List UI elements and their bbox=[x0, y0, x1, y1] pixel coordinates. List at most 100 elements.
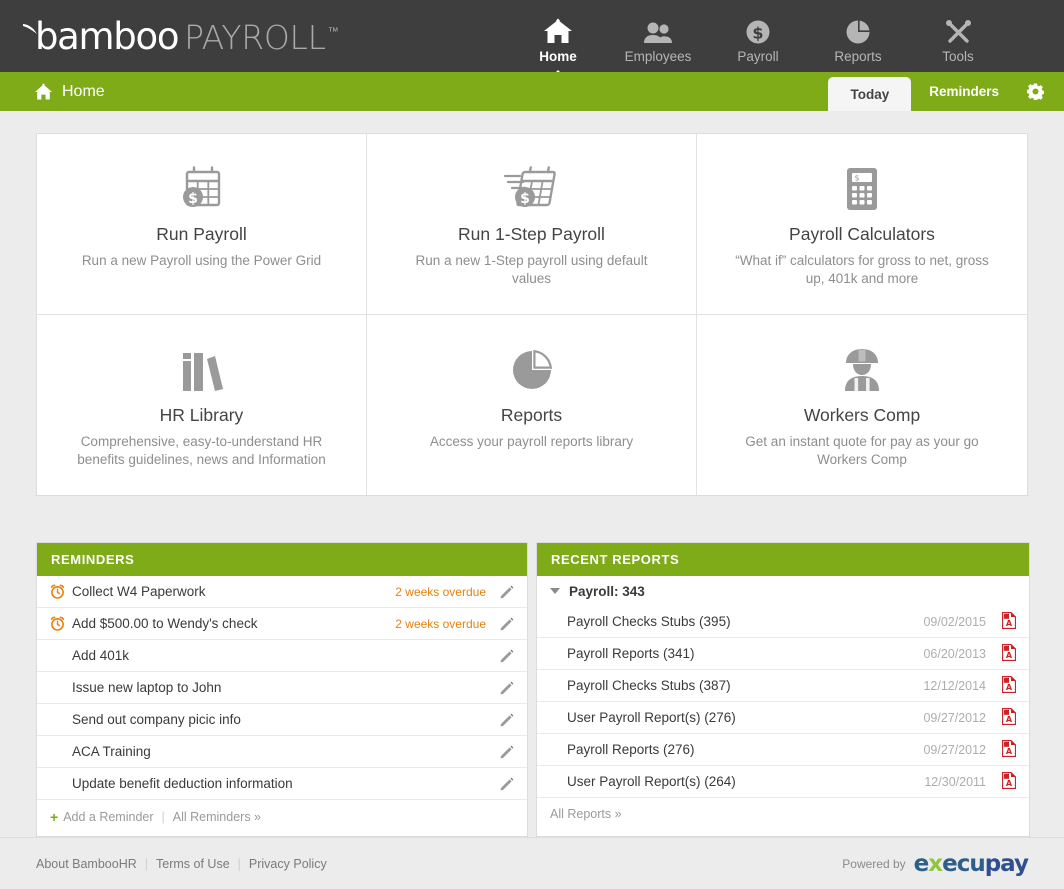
pdf-icon[interactable]: A bbox=[1002, 644, 1016, 664]
breadcrumb[interactable]: Home bbox=[34, 83, 105, 101]
calculator-icon: $ bbox=[719, 164, 1005, 214]
dollar-circle-icon: $ bbox=[708, 17, 808, 45]
settings-button[interactable] bbox=[1017, 72, 1064, 111]
main-navigation: Home Employees $ Payroll bbox=[508, 8, 1008, 70]
report-row[interactable]: Payroll Reports (341) 06/20/2013 A bbox=[537, 638, 1029, 670]
tile-hr-library[interactable]: HR Library Comprehensive, easy-to-unders… bbox=[37, 315, 367, 495]
pdf-icon[interactable]: A bbox=[1002, 708, 1016, 728]
tile-description: Run a new Payroll using the Power Grid bbox=[72, 252, 332, 270]
gear-icon bbox=[1027, 83, 1044, 100]
report-name[interactable]: Payroll Reports (276) bbox=[567, 742, 923, 757]
reminder-due-badge: 2 weeks overdue bbox=[395, 585, 486, 599]
report-row[interactable]: Payroll Checks Stubs (395) 09/02/2015 A bbox=[537, 606, 1029, 638]
tile-title: Run Payroll bbox=[59, 224, 344, 245]
svg-text:$: $ bbox=[752, 24, 763, 43]
reminder-row[interactable]: Issue new laptop to John bbox=[37, 672, 527, 704]
report-name[interactable]: User Payroll Report(s) (264) bbox=[567, 774, 924, 789]
reminder-label[interactable]: Issue new laptop to John bbox=[72, 680, 500, 695]
report-row[interactable]: Payroll Checks Stubs (387) 12/12/2014 A bbox=[537, 670, 1029, 702]
report-group-label: Payroll: 343 bbox=[569, 584, 645, 599]
reminder-label[interactable]: Update benefit deduction information bbox=[72, 776, 500, 791]
tile-title: HR Library bbox=[59, 405, 344, 426]
alarm-clock-icon bbox=[50, 584, 72, 599]
tab-reminders[interactable]: Reminders bbox=[911, 72, 1017, 111]
reminder-label[interactable]: Collect W4 Paperwork bbox=[72, 584, 395, 599]
tile-reports[interactable]: Reports Access your payroll reports libr… bbox=[367, 315, 697, 495]
reminder-label[interactable]: Add 401k bbox=[72, 648, 500, 663]
tile-payroll-calculators[interactable]: $ Payroll Calculators “What if” c bbox=[697, 134, 1027, 315]
plus-icon: + bbox=[50, 809, 58, 825]
tile-title: Reports bbox=[389, 405, 674, 426]
terms-of-use-link[interactable]: Terms of Use bbox=[156, 857, 230, 871]
edit-pencil-icon[interactable] bbox=[500, 649, 514, 663]
about-bamboohr-link[interactable]: About BambooHR bbox=[36, 857, 137, 871]
nav-item-payroll[interactable]: $ Payroll bbox=[708, 17, 808, 70]
all-reminders-link[interactable]: All Reminders » bbox=[173, 810, 261, 824]
pie-chart-icon bbox=[808, 17, 908, 45]
edit-pencil-icon[interactable] bbox=[500, 713, 514, 727]
add-reminder-link[interactable]: Add a Reminder bbox=[63, 810, 153, 824]
nav-item-tools-label: Tools bbox=[908, 50, 1008, 64]
pie-chart-icon bbox=[389, 345, 674, 395]
tile-workers-comp[interactable]: Workers Comp Get an instant quote for pa… bbox=[697, 315, 1027, 495]
fast-calendar-dollar-icon: $ bbox=[389, 164, 674, 214]
reminder-row[interactable]: ACA Training bbox=[37, 736, 527, 768]
dashboard-panels: REMINDERS Collect W4 Paperwork 2 weeks o… bbox=[36, 542, 1028, 837]
reminder-row[interactable]: Collect W4 Paperwork 2 weeks overdue bbox=[37, 576, 527, 608]
svg-text:$: $ bbox=[188, 191, 198, 207]
tile-run-payroll[interactable]: $ Run Payroll Run a new Payroll using th… bbox=[37, 134, 367, 315]
chevron-down-icon[interactable] bbox=[550, 588, 560, 594]
reminder-row[interactable]: Send out company picic info bbox=[37, 704, 527, 736]
report-name[interactable]: Payroll Checks Stubs (395) bbox=[567, 614, 923, 629]
nav-item-reports-label: Reports bbox=[808, 50, 908, 64]
report-row[interactable]: User Payroll Report(s) (264) 12/30/2011 … bbox=[537, 766, 1029, 798]
execupay-mid: ecu bbox=[942, 851, 985, 877]
tile-description: “What if” calculators for gross to net, … bbox=[732, 252, 992, 288]
reminder-due-badge: 2 weeks overdue bbox=[395, 617, 486, 631]
footer-divider: | bbox=[162, 810, 165, 824]
reminder-row[interactable]: Add $500.00 to Wendy's check 2 weeks ove… bbox=[37, 608, 527, 640]
report-row[interactable]: User Payroll Report(s) (276) 09/27/2012 … bbox=[537, 702, 1029, 734]
nav-item-tools[interactable]: Tools bbox=[908, 17, 1008, 70]
nav-item-reports[interactable]: Reports bbox=[808, 17, 908, 70]
brand-logo[interactable]: bamboo PAYROLL ™ bbox=[22, 15, 339, 58]
tab-today[interactable]: Today bbox=[828, 77, 911, 111]
report-name[interactable]: Payroll Checks Stubs (387) bbox=[567, 678, 923, 693]
pdf-icon[interactable]: A bbox=[1002, 676, 1016, 696]
report-row[interactable]: Payroll Reports (276) 09/27/2012 A bbox=[537, 734, 1029, 766]
edit-pencil-icon[interactable] bbox=[500, 681, 514, 695]
nav-item-home[interactable]: Home bbox=[508, 17, 608, 70]
tile-run-1step-payroll[interactable]: $ Run 1-Step Payroll Run a new 1-Step pa… bbox=[367, 134, 697, 315]
reminder-label[interactable]: Add $500.00 to Wendy's check bbox=[72, 616, 395, 631]
report-date: 09/27/2012 bbox=[923, 743, 986, 757]
report-group-header[interactable]: Payroll: 343 bbox=[537, 576, 1029, 606]
svg-text:A: A bbox=[1006, 715, 1013, 724]
edit-pencil-icon[interactable] bbox=[500, 585, 514, 599]
recent-reports-panel-title: RECENT REPORTS bbox=[537, 543, 1029, 576]
report-name[interactable]: User Payroll Report(s) (276) bbox=[567, 710, 923, 725]
tab-today-label: Today bbox=[850, 87, 889, 102]
pdf-icon[interactable]: A bbox=[1002, 772, 1016, 792]
report-date: 06/20/2013 bbox=[923, 647, 986, 661]
reminder-row[interactable]: Update benefit deduction information bbox=[37, 768, 527, 800]
execupay-pay: pay bbox=[985, 851, 1028, 877]
reminder-label[interactable]: Send out company picic info bbox=[72, 712, 500, 727]
edit-pencil-icon[interactable] bbox=[500, 777, 514, 791]
privacy-policy-link[interactable]: Privacy Policy bbox=[249, 857, 327, 871]
svg-text:A: A bbox=[1006, 619, 1013, 628]
reminder-label[interactable]: ACA Training bbox=[72, 744, 500, 759]
execupay-logo[interactable]: execupay bbox=[914, 851, 1028, 877]
edit-pencil-icon[interactable] bbox=[500, 617, 514, 631]
all-reports-link[interactable]: All Reports » bbox=[550, 807, 622, 821]
tile-description: Get an instant quote for pay as your go … bbox=[732, 433, 992, 469]
pdf-icon[interactable]: A bbox=[1002, 740, 1016, 760]
svg-text:A: A bbox=[1006, 747, 1013, 756]
pdf-icon[interactable]: A bbox=[1002, 612, 1016, 632]
svg-text:A: A bbox=[1006, 651, 1013, 660]
svg-text:$: $ bbox=[520, 191, 530, 207]
report-name[interactable]: Payroll Reports (341) bbox=[567, 646, 923, 661]
edit-pencil-icon[interactable] bbox=[500, 745, 514, 759]
reminder-row[interactable]: Add 401k bbox=[37, 640, 527, 672]
quick-actions-grid: $ Run Payroll Run a new Payroll using th… bbox=[36, 133, 1028, 496]
nav-item-employees[interactable]: Employees bbox=[608, 17, 708, 70]
